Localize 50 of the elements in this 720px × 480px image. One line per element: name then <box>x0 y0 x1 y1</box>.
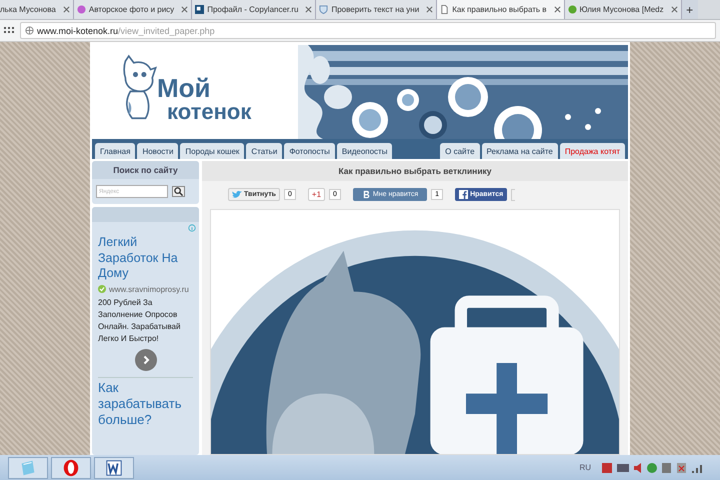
grid-icon[interactable] <box>4 26 14 34</box>
next-button[interactable] <box>134 348 156 371</box>
ad-title[interactable]: Легкий Заработок На Дому <box>98 235 193 282</box>
language-indicator[interactable]: RU <box>579 463 591 472</box>
search-button[interactable] <box>172 186 185 197</box>
browser-tab[interactable]: Юлия Мусонова [Medz <box>564 0 682 19</box>
bird-icon <box>232 190 242 198</box>
close-icon[interactable] <box>554 6 561 13</box>
word-taskbar-icon[interactable] <box>94 456 134 478</box>
circle-logo-icon <box>568 5 577 14</box>
square-logo-icon <box>195 5 204 14</box>
vk-logo-icon <box>362 190 371 199</box>
logo-text[interactable]: котенок <box>167 101 252 123</box>
panel-heading: Поиск по сайту <box>92 161 199 179</box>
facebook-logo-icon <box>459 190 468 199</box>
browser-tab[interactable]: Как правильно выбрать в <box>437 0 565 19</box>
ad-text: 200 Рублей За Заполнение Опросов Онлайн. Зарабатывай Легко И Быстро! <box>98 296 182 345</box>
browser-tab[interactable]: Авторское фото и рису <box>74 0 192 19</box>
opera-taskbar-icon[interactable] <box>51 456 91 478</box>
nav-tab[interactable]: Фотопосты <box>284 143 335 159</box>
nav-tab[interactable]: Породы кошек <box>180 143 244 159</box>
close-icon[interactable] <box>670 6 678 13</box>
close-icon[interactable] <box>62 6 70 13</box>
browser-tab[interactable]: Проверить текст на уни <box>316 0 438 19</box>
ball-icon <box>76 5 86 14</box>
nav-tab[interactable]: Главная <box>95 143 136 159</box>
globe-icon <box>25 26 34 35</box>
check-icon <box>98 285 106 294</box>
close-icon[interactable] <box>181 6 188 13</box>
close-icon[interactable] <box>305 6 312 13</box>
browser-tab[interactable]: Профайл - Copylancer.ru <box>192 0 316 19</box>
ad-link[interactable]: Как зарабатывать больше? <box>98 380 193 429</box>
nav-tab[interactable]: Новости <box>137 143 178 159</box>
nav-tab[interactable]: Продажа котят <box>560 143 625 159</box>
new-tab-button[interactable]: + <box>682 0 698 19</box>
plus-one-button[interactable]: +1 <box>308 188 326 201</box>
search-icon <box>174 187 183 196</box>
browser-tab[interactable]: лька Мусонова <box>0 0 74 19</box>
close-icon[interactable] <box>426 6 434 13</box>
count-bubble <box>511 188 516 200</box>
shield-icon <box>319 5 328 14</box>
nav-tab[interactable]: Реклама на сайте <box>482 143 558 159</box>
address-field[interactable]: www.moi-kotenok.ru/view_invited_paper.php <box>20 22 716 39</box>
logo-text[interactable]: Мой <box>157 75 252 101</box>
article-title: Как правильно выбрать ветклинику <box>202 161 628 181</box>
ad-url: www.sravnimoprosy.ru <box>109 284 189 294</box>
nav-tab[interactable]: Видеопосты <box>336 143 392 159</box>
nav-tab[interactable]: О сайте <box>440 143 480 159</box>
page-icon <box>440 5 450 14</box>
nav-tab[interactable]: Статьи <box>246 143 282 159</box>
